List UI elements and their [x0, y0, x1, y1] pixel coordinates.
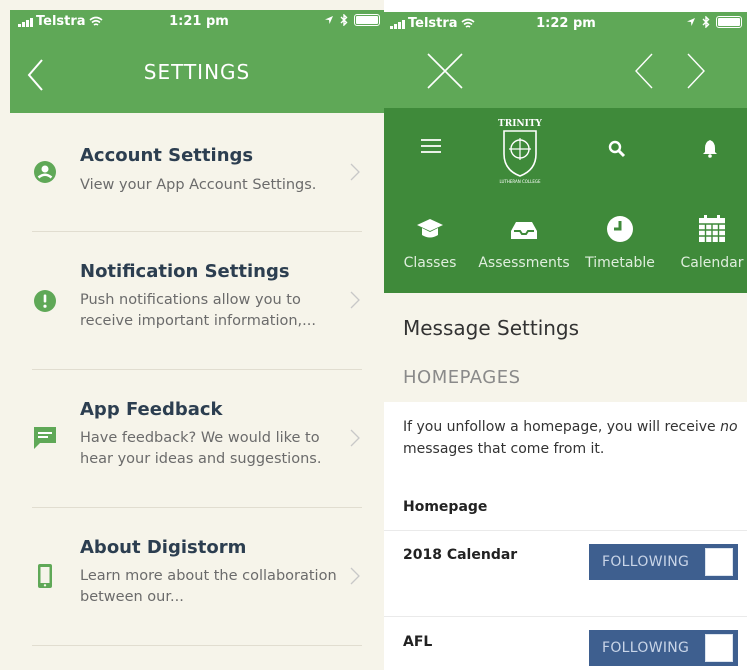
alert-icon [34, 290, 56, 312]
page-title: SETTINGS [143, 60, 251, 84]
follow-toggle[interactable]: FOLLOWING [589, 630, 738, 666]
bluetooth-icon [340, 14, 348, 26]
location-icon [687, 18, 695, 26]
page-title: Message Settings [403, 316, 580, 340]
calendar-icon [699, 215, 725, 242]
settings-screen: Telstra 1:21 pm SETTINGS Account Setting… [0, 0, 384, 670]
crest-icon: TRINITY LUTHERAN COLLEGE [498, 119, 543, 184]
item-title: Notification Settings [80, 261, 290, 282]
section-heading: HOMEPAGES [403, 367, 521, 388]
toggle-knob [705, 634, 733, 662]
toggle-label: FOLLOWING [602, 640, 690, 656]
tab-label: Classes [403, 255, 457, 271]
homepage-row: 2018 Calendar FOLLOWING [384, 530, 747, 617]
bell-icon[interactable] [702, 139, 718, 158]
battery-icon [716, 16, 742, 28]
chevron-right-icon [350, 163, 360, 181]
clock-icon [607, 216, 633, 242]
logo-subtext: LUTHERAN COLLEGE [499, 179, 541, 184]
status-bar: Telstra 1:21 pm [18, 14, 380, 34]
about-digistorm-item[interactable]: About Digistorm Learn more about the col… [32, 507, 362, 646]
chevron-right-icon [350, 291, 360, 309]
search-icon[interactable] [608, 140, 626, 158]
tab-calendar[interactable]: Calendar [672, 215, 747, 271]
follow-toggle[interactable]: FOLLOWING [589, 544, 738, 580]
homepage-name: AFL [403, 634, 433, 650]
item-title: App Feedback [80, 399, 223, 420]
tab-assessments[interactable]: Assessments [474, 215, 574, 271]
school-logo[interactable]: TRINITY LUTHERAN COLLEGE [492, 114, 548, 184]
toggle-knob [705, 548, 733, 576]
info-text: If you unfollow a homepage, you will rec… [403, 419, 738, 457]
previous-button[interactable] [634, 52, 654, 90]
item-description: Learn more about the collaboration betwe… [80, 568, 337, 605]
account-settings-item[interactable]: Account Settings View your App Account S… [32, 93, 362, 232]
homepage-row: AFL FOLLOWING [384, 616, 747, 670]
toggle-label: FOLLOWING [602, 554, 690, 570]
notification-settings-item[interactable]: Notification Settings Push notifications… [32, 231, 362, 370]
homepage-name: 2018 Calendar [403, 547, 518, 563]
phone-icon [38, 564, 52, 588]
item-title: About Digistorm [80, 537, 247, 558]
battery-icon [354, 14, 380, 26]
item-description: View your App Account Settings. [80, 177, 317, 193]
close-button[interactable] [426, 52, 464, 90]
feedback-icon [34, 427, 56, 449]
bluetooth-icon [702, 16, 710, 28]
item-description: Have feedback? We would like to hear you… [80, 430, 322, 467]
tab-classes[interactable]: Classes [396, 215, 464, 271]
location-icon [325, 16, 333, 24]
next-button[interactable] [686, 52, 706, 90]
tab-label: Timetable [585, 255, 655, 271]
chevron-right-icon [350, 429, 360, 447]
column-header: Homepage [403, 499, 488, 515]
app-feedback-item[interactable]: App Feedback Have feedback? We would lik… [32, 369, 362, 508]
tab-timetable[interactable]: Timetable [580, 215, 660, 271]
menu-icon[interactable] [420, 138, 442, 154]
item-description: Push notifications allow you to receive … [80, 292, 316, 329]
graduation-cap-icon [417, 219, 443, 238]
chevron-right-icon [350, 567, 360, 585]
logo-text: TRINITY [498, 119, 543, 129]
tab-label: Calendar [680, 255, 744, 271]
inbox-icon [511, 222, 537, 239]
message-settings-screen: Telstra 1:22 pm TRINITY LUTHERAN COLLEGE… [384, 0, 747, 670]
tab-label: Assessments [478, 255, 570, 271]
item-title: Account Settings [80, 145, 254, 166]
account-icon [34, 161, 56, 183]
